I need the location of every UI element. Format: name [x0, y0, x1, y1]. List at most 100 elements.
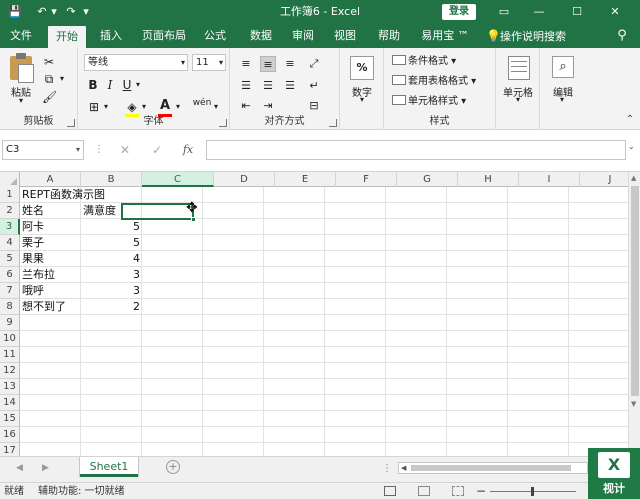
collapse-ribbon-icon[interactable]: ⌃ — [624, 114, 636, 126]
cell-a5[interactable]: 果果 — [20, 251, 81, 267]
fill-color-dropdown-icon[interactable]: ▾ — [140, 102, 148, 111]
format-painter-icon[interactable]: 🖌 — [42, 90, 57, 104]
formula-bar-splitter-icon[interactable]: ⋮ — [94, 142, 104, 158]
cell-area[interactable]: REPT函数演示图 姓名 满意度 阿卡 5 栗子 5 果果 4 兰布拉 3 哦呼… — [20, 187, 628, 456]
cell-b5[interactable]: 4 — [81, 251, 142, 267]
copy-icon[interactable]: ⧉ — [42, 72, 56, 87]
zoom-slider-knob[interactable] — [531, 487, 534, 496]
row-header[interactable]: 10 — [0, 331, 20, 347]
cells-dropdown-icon[interactable]: ▾ — [512, 95, 524, 104]
row-header[interactable]: 6 — [0, 267, 20, 283]
scroll-down-icon[interactable]: ▼ — [631, 400, 636, 408]
column-header-b[interactable]: B — [81, 172, 142, 187]
cut-icon[interactable]: ✂ — [42, 55, 56, 69]
row-header[interactable]: 2 — [0, 203, 20, 219]
align-bottom-icon[interactable]: ≡ — [282, 56, 298, 72]
bold-button[interactable]: B — [86, 78, 100, 92]
font-size-combo[interactable]: 11 ▾ — [192, 54, 226, 71]
undo-dropdown-icon[interactable]: ▾ — [50, 0, 58, 24]
scroll-left-icon[interactable]: ◀ — [401, 463, 406, 473]
tab-insert[interactable]: 插入 — [94, 24, 128, 48]
name-box[interactable]: C3 ▾ — [2, 140, 84, 160]
underline-button[interactable]: U — [120, 78, 134, 92]
search-icon[interactable]: ⌕ — [552, 56, 574, 78]
maximize-icon[interactable]: ☐ — [566, 0, 588, 24]
tab-yiyongbao[interactable]: 易用宝 ™ — [414, 24, 476, 48]
cell-a2[interactable]: 姓名 — [20, 203, 81, 219]
tab-page-layout[interactable]: 页面布局 — [136, 24, 192, 48]
active-cell-c3[interactable] — [121, 203, 194, 220]
italic-button[interactable]: I — [104, 78, 116, 92]
row-header[interactable]: 16 — [0, 427, 20, 443]
row-header[interactable]: 3 — [0, 219, 20, 235]
horizontal-scrollbar[interactable]: ◀ — [398, 462, 588, 474]
row-header[interactable]: 12 — [0, 363, 20, 379]
copy-dropdown-icon[interactable]: ▾ — [58, 74, 66, 83]
column-header-e[interactable]: E — [275, 172, 336, 187]
wrap-text-icon[interactable]: ↵ — [306, 78, 322, 94]
column-header-a[interactable]: A — [20, 172, 81, 187]
ribbon-display-icon[interactable]: ▭ — [494, 0, 514, 24]
row-header[interactable]: 13 — [0, 379, 20, 395]
undo-icon[interactable]: ↶ — [34, 0, 50, 24]
horizontal-scroll-thumb[interactable] — [411, 465, 571, 471]
tab-review[interactable]: 审阅 — [286, 24, 320, 48]
cell-b4[interactable]: 5 — [81, 235, 142, 251]
number-dropdown-icon[interactable]: ▾ — [356, 95, 368, 104]
format-as-table-button[interactable]: 套用表格格式 ▾ — [392, 74, 494, 90]
underline-dropdown-icon[interactable]: ▾ — [134, 80, 142, 89]
row-header[interactable]: 8 — [0, 299, 20, 315]
cell-a3[interactable]: 阿卡 — [20, 219, 81, 235]
vertical-scrollbar[interactable]: ▲ ▼ — [628, 172, 640, 456]
cell-b3[interactable]: 5 — [81, 219, 142, 235]
redo-icon[interactable]: ↷ — [64, 0, 78, 24]
cell-a7[interactable]: 哦呼 — [20, 283, 81, 299]
cell-styles-button[interactable]: 单元格样式 ▾ — [392, 94, 494, 110]
align-left-icon[interactable]: ☰ — [238, 78, 254, 94]
tab-data[interactable]: 数据 — [244, 24, 278, 48]
row-header[interactable]: 7 — [0, 283, 20, 299]
formula-input[interactable] — [206, 140, 626, 160]
column-header-c[interactable]: C — [142, 172, 214, 187]
tab-view[interactable]: 视图 — [328, 24, 362, 48]
font-name-combo[interactable]: 等线 ▾ — [84, 54, 188, 71]
share-icon[interactable]: ⚲ — [612, 24, 632, 48]
normal-view-icon[interactable] — [384, 486, 396, 496]
cell-b6[interactable]: 3 — [81, 267, 142, 283]
font-color-icon[interactable]: A — [158, 98, 172, 113]
cell-a4[interactable]: 栗子 — [20, 235, 81, 251]
font-color-dropdown-icon[interactable]: ▾ — [174, 102, 182, 111]
page-break-view-icon[interactable] — [452, 486, 464, 496]
clipboard-launcher-icon[interactable] — [67, 119, 75, 127]
column-header-j[interactable]: J — [580, 172, 628, 187]
tab-split-handle-icon[interactable]: ⋮ — [382, 463, 392, 474]
login-button[interactable]: 登录 — [442, 4, 476, 20]
tell-me-search[interactable]: 💡操作说明搜索 — [486, 24, 566, 48]
page-layout-view-icon[interactable] — [418, 486, 430, 496]
row-header[interactable]: 5 — [0, 251, 20, 267]
phonetic-guide-icon[interactable]: wén — [192, 98, 212, 108]
cancel-icon[interactable]: ✕ — [118, 140, 132, 160]
select-all-corner[interactable] — [0, 172, 20, 187]
cell-b7[interactable]: 3 — [81, 283, 142, 299]
column-header-h[interactable]: H — [458, 172, 519, 187]
close-icon[interactable]: ✕ — [604, 0, 626, 24]
expand-formula-bar-icon[interactable]: ⌄ — [628, 142, 638, 151]
scroll-up-icon[interactable]: ▲ — [631, 174, 636, 182]
alignment-launcher-icon[interactable] — [329, 119, 337, 127]
row-header[interactable]: 11 — [0, 347, 20, 363]
phonetic-dropdown-icon[interactable]: ▾ — [212, 102, 220, 111]
save-icon[interactable]: 💾 — [6, 0, 24, 24]
editing-dropdown-icon[interactable]: ▾ — [556, 95, 568, 104]
cells-icon[interactable] — [508, 56, 530, 80]
cell-a8[interactable]: 想不到了 — [20, 299, 81, 315]
paste-dropdown-icon[interactable]: ▾ — [14, 96, 28, 105]
minimize-icon[interactable]: — — [528, 0, 550, 24]
row-header[interactable]: 9 — [0, 315, 20, 331]
tab-formulas[interactable]: 公式 — [198, 24, 232, 48]
cell-a1[interactable]: REPT函数演示图 — [20, 187, 160, 203]
previous-sheet-icon[interactable]: ◀ — [16, 463, 23, 473]
fill-handle[interactable] — [191, 217, 196, 222]
row-header[interactable]: 17 — [0, 443, 20, 456]
tab-file[interactable]: 文件 — [4, 24, 38, 48]
